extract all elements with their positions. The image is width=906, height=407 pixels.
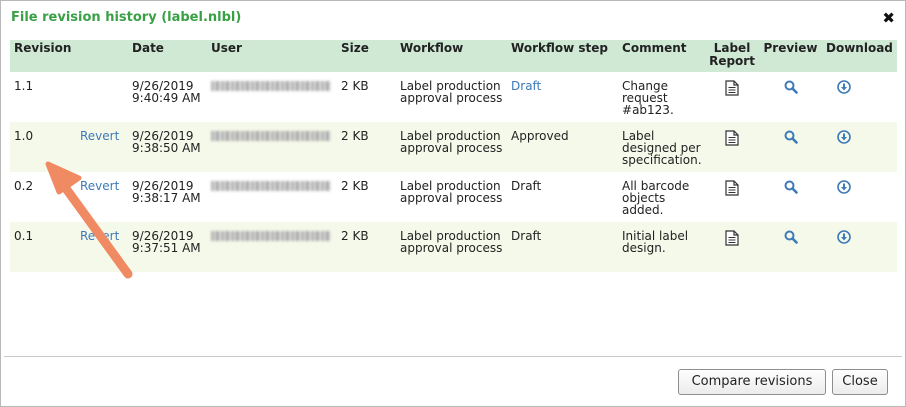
search-icon[interactable] <box>784 180 798 197</box>
close-button[interactable]: Close <box>832 369 888 395</box>
workflow-name: Label production approval process <box>400 79 503 105</box>
col-header-size: Size <box>337 40 397 72</box>
col-header-workflow: Workflow <box>396 40 508 72</box>
revision-number: 0.2 <box>14 179 34 193</box>
revert-link[interactable]: Revert <box>80 179 119 193</box>
user-email-redacted <box>211 131 332 141</box>
compare-revisions-button[interactable]: Compare revisions <box>678 369 826 395</box>
user-email-redacted <box>211 181 332 191</box>
table-header-row: Revision Date User Size Workflow Workflo… <box>10 40 898 72</box>
download-icon[interactable] <box>837 230 851 247</box>
revision-table: Revision Date User Size Workflow Workflo… <box>10 40 898 272</box>
table-row: 0.1 Revert 9/26/2019 9:37:51 AM 2 KB Label p… <box>10 222 898 272</box>
col-header-download: Download <box>822 40 898 72</box>
document-icon[interactable] <box>725 80 739 99</box>
revision-comment: All barcode objects added. <box>622 179 690 217</box>
revision-date: 9/26/2019 9:38:50 AM <box>128 122 208 172</box>
file-size: 2 KB <box>341 179 369 193</box>
revision-comment: Change request #ab123. <box>622 79 674 117</box>
revision-number: 0.1 <box>10 222 76 272</box>
download-icon[interactable] <box>837 130 851 147</box>
col-header-label-report: Label Report <box>705 40 760 72</box>
revert-link[interactable]: Revert <box>80 129 119 143</box>
search-icon[interactable] <box>784 130 798 147</box>
table-row: 1.1 9/26/2019 9:40:49 AM 2 KB Label product… <box>10 72 897 122</box>
document-icon[interactable] <box>725 230 739 249</box>
close-icon[interactable]: ✖ <box>882 10 895 26</box>
revision-date: 9/26/2019 9:38:17 AM <box>132 179 201 205</box>
user-email-redacted <box>211 231 332 241</box>
user-email-redacted <box>211 81 332 91</box>
document-icon[interactable] <box>725 130 739 149</box>
col-header-revision: Revision <box>10 40 129 72</box>
document-icon[interactable] <box>725 180 739 199</box>
col-header-comment: Comment <box>618 40 706 72</box>
table-row: 1.0 Revert 9/26/2019 9:38:50 AM 2 KB Label p… <box>10 122 898 172</box>
file-size: 2 KB <box>337 122 397 172</box>
footer-divider <box>4 356 902 357</box>
revision-comment: Initial label design. <box>618 222 706 272</box>
workflow-name: Label production approval process <box>396 222 508 272</box>
col-header-preview: Preview <box>759 40 823 72</box>
file-size: 2 KB <box>341 79 369 93</box>
search-icon[interactable] <box>784 80 798 97</box>
workflow-step: Draft <box>511 229 542 243</box>
dialog-title: File revision history (label.nlbl) <box>11 10 242 25</box>
workflow-name: Label production approval process <box>400 179 503 205</box>
download-icon[interactable] <box>837 180 851 197</box>
workflow-step: Draft <box>511 179 542 193</box>
workflow-step-link[interactable]: Draft <box>511 79 541 93</box>
col-header-workflow-step: Workflow step <box>507 40 619 72</box>
download-icon[interactable] <box>837 80 851 97</box>
revision-date: 9/26/2019 9:40:49 AM <box>132 79 201 105</box>
search-icon[interactable] <box>784 230 798 247</box>
revision-number: 1.1 <box>14 79 34 93</box>
workflow-step: Approved <box>511 129 569 143</box>
revert-link[interactable]: Revert <box>80 229 119 243</box>
revision-date: 9/26/2019 9:37:51 AM <box>128 222 208 272</box>
table-row: 0.2 Revert 9/26/2019 9:38:17 AM 2 KB Label p… <box>10 172 897 222</box>
col-header-date: Date <box>128 40 208 72</box>
workflow-name: Label production approval process <box>396 122 508 172</box>
revision-number: 1.0 <box>10 122 76 172</box>
revision-history-dialog: File revision history (label.nlbl) ✖ Rev… <box>0 0 906 407</box>
col-header-user: User <box>207 40 338 72</box>
revision-comment: Label designed per specification. <box>618 122 706 172</box>
file-size: 2 KB <box>337 222 397 272</box>
